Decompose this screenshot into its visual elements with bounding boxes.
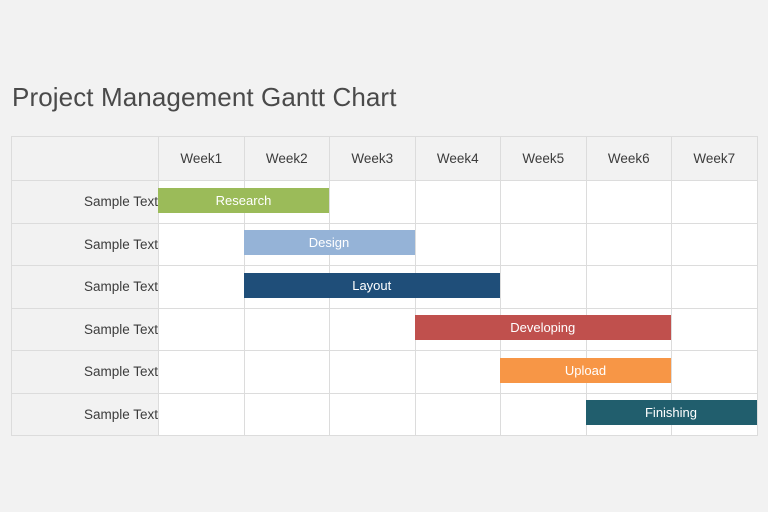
gantt-bar-upload[interactable]: Upload xyxy=(500,357,671,383)
column-header-week1: Week1 xyxy=(158,136,245,181)
grid-cell xyxy=(671,222,758,266)
column-header-week5: Week5 xyxy=(500,136,587,181)
grid-cell xyxy=(500,222,587,266)
grid-cell xyxy=(414,392,501,436)
table-corner-cell xyxy=(11,136,159,181)
row-label-2: Sample Text xyxy=(11,222,159,266)
grid-cell xyxy=(329,180,416,224)
gantt-bar-finishing[interactable]: Finishing xyxy=(585,400,757,426)
grid-cell xyxy=(671,307,758,351)
column-header-week7: Week7 xyxy=(671,136,758,181)
grid-cell xyxy=(158,222,245,266)
grid-cell xyxy=(329,307,416,351)
grid-cell xyxy=(585,180,672,224)
grid-cell xyxy=(585,222,672,266)
header-row: Week1 Week2 Week3 Week4 Week5 Week6 Week… xyxy=(11,136,758,181)
grid-cell xyxy=(414,222,501,266)
grid-cell xyxy=(158,307,245,351)
grid-cell xyxy=(414,180,501,224)
grid-cell xyxy=(158,265,245,309)
grid-cell xyxy=(671,180,758,224)
row-label-1: Sample Text xyxy=(11,180,159,224)
column-header-week2: Week2 xyxy=(243,136,330,181)
row-label-4: Sample Text xyxy=(11,307,159,351)
grid-cell xyxy=(158,350,245,394)
row-label-6: Sample Text xyxy=(11,392,159,436)
gantt-bar-design[interactable]: Design xyxy=(243,230,415,256)
grid-cell xyxy=(500,265,587,309)
row-label-5: Sample Text xyxy=(11,350,159,394)
gantt-bar-research[interactable]: Research xyxy=(158,187,329,213)
grid-cell xyxy=(500,180,587,224)
grid-cell xyxy=(671,265,758,309)
grid-cell xyxy=(243,307,330,351)
table-header: Week1 Week2 Week3 Week4 Week5 Week6 Week… xyxy=(11,136,758,181)
grid-cell xyxy=(585,265,672,309)
table-row: Sample Text xyxy=(11,180,758,224)
column-header-week3: Week3 xyxy=(329,136,416,181)
gantt-chart-root: Project Management Gantt Chart Week1 Wee… xyxy=(0,0,768,512)
row-label-3: Sample Text xyxy=(11,265,159,309)
gantt-bar-developing[interactable]: Developing xyxy=(414,315,671,341)
column-header-week6: Week6 xyxy=(585,136,672,181)
grid-cell xyxy=(671,350,758,394)
table-body: Sample Text Sample Text Sample Text Samp… xyxy=(11,180,758,436)
grid-cell xyxy=(329,392,416,436)
gantt-bar-layout[interactable]: Layout xyxy=(243,272,500,298)
grid-cell xyxy=(243,350,330,394)
page-title: Project Management Gantt Chart xyxy=(12,82,397,112)
grid-cell xyxy=(329,350,416,394)
grid-cell xyxy=(500,392,587,436)
column-header-week4: Week4 xyxy=(414,136,501,181)
grid-cell xyxy=(158,392,245,436)
grid-cell xyxy=(243,392,330,436)
grid-cell xyxy=(414,350,501,394)
